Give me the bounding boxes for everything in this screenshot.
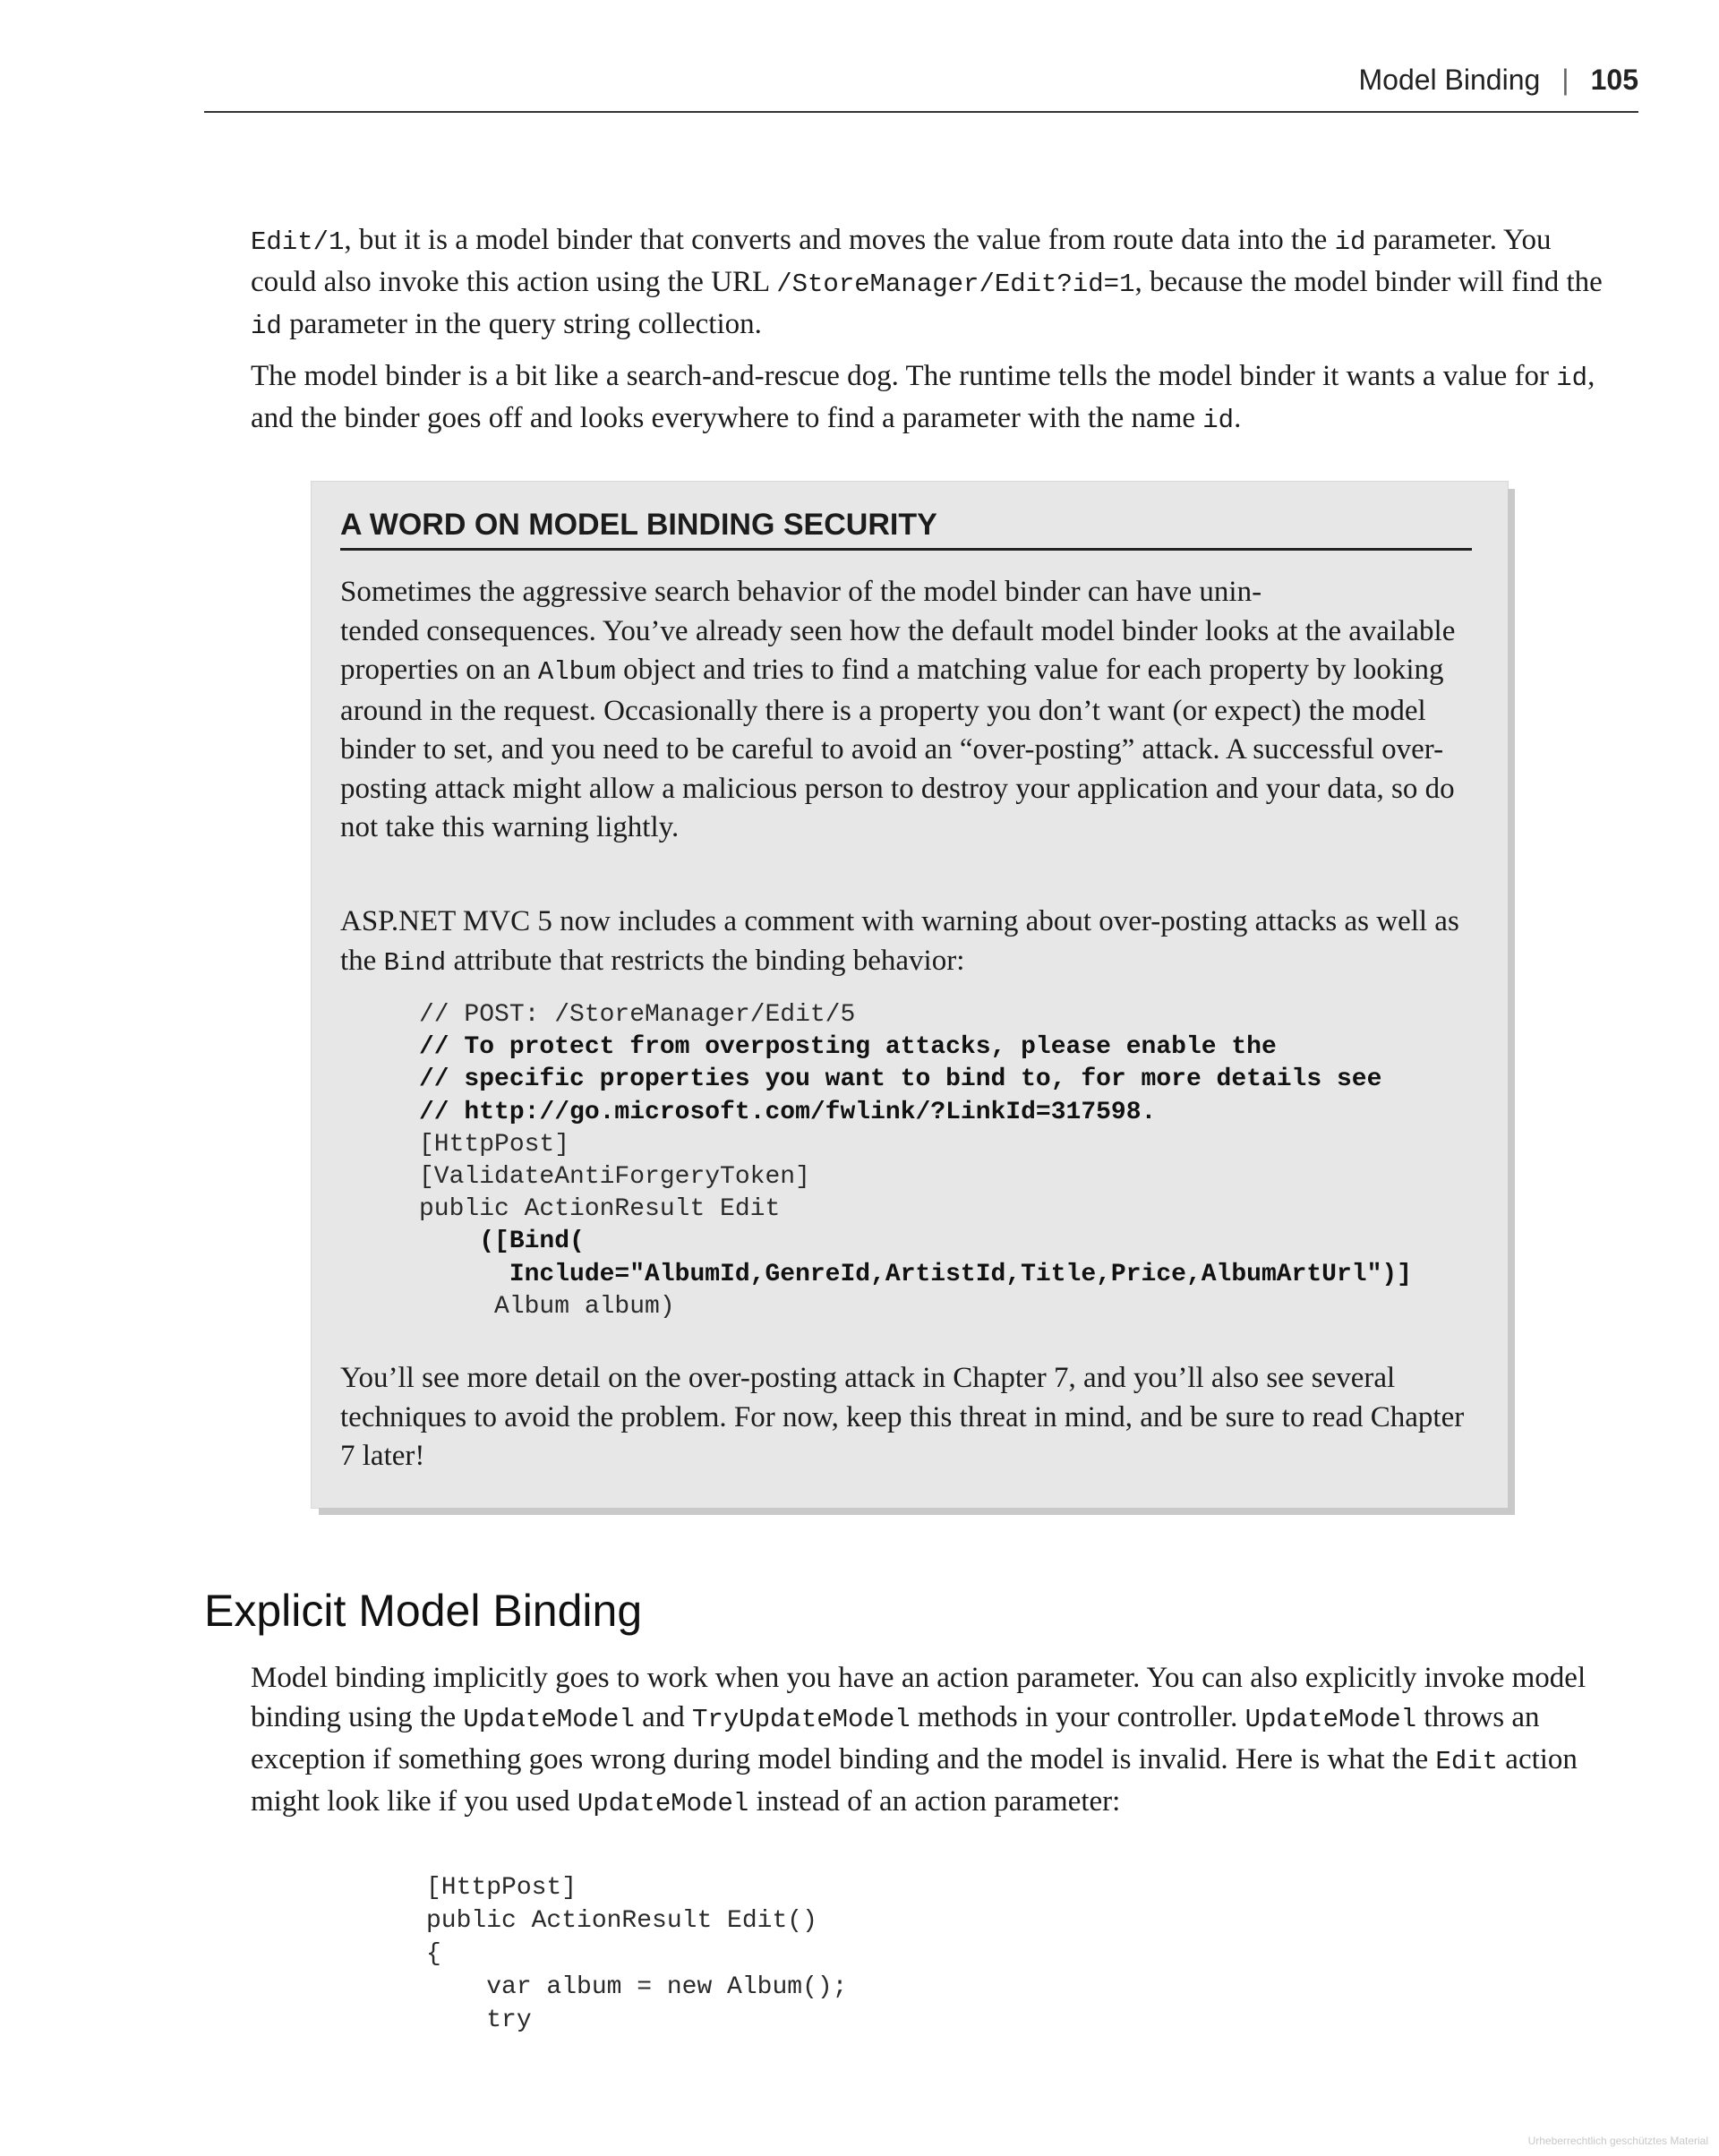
code-line: Include="AlbumId,GenreId,ArtistId,Title,…	[419, 1260, 1412, 1288]
inline-code: id	[1334, 227, 1366, 257]
sidebar-paragraph-1: Sometimes the aggressive search behavior…	[340, 573, 1477, 848]
text-run: methods in your controller.	[910, 1701, 1245, 1733]
code-line: [HttpPost]	[426, 1874, 577, 1902]
code-line: [HttpPost]	[419, 1130, 570, 1159]
intro-paragraph-1: Edit/1, but it is a model binder that co…	[251, 220, 1612, 346]
text-run: , but it is a model binder that converts…	[344, 224, 1335, 256]
inline-code: Edit	[1435, 1747, 1499, 1776]
text-run: parameter in the query string collection…	[281, 308, 762, 340]
sidebar-title: A WORD ON MODEL BINDING SECURITY	[340, 503, 1472, 551]
inline-code: UpdateModel	[577, 1789, 749, 1818]
inline-code: UpdateModel	[463, 1705, 635, 1734]
text-run: Sometimes the aggressive search behavior…	[340, 576, 1262, 608]
inline-code: id	[1556, 364, 1588, 393]
code-line: {	[426, 1940, 441, 1968]
sidebar-paragraph-2: ASP.NET MVC 5 now includes a comment wit…	[340, 903, 1477, 982]
sidebar-paragraph-3: You’ll see more detail on the over-posti…	[340, 1359, 1477, 1476]
code-line: // To protect from overposting attacks, …	[419, 1033, 1277, 1062]
code-line: var album = new Album();	[426, 1973, 848, 2001]
inline-code: /StoreManager/Edit?id=1	[776, 270, 1135, 299]
code-line: // specific properties you want to bind …	[419, 1065, 1382, 1094]
code-line: ([Bind(	[419, 1228, 585, 1256]
text-run: attribute that restricts the binding beh…	[446, 944, 965, 977]
code-line: public ActionResult Edit	[419, 1195, 781, 1224]
text-run: The model binder is a bit like a search-…	[251, 360, 1557, 392]
inline-code: TryUpdateModel	[692, 1705, 911, 1734]
code-line: Album album)	[419, 1292, 675, 1321]
sidebar-code-listing: // POST: /StoreManager/Edit/5 // To prote…	[419, 999, 1412, 1323]
text-run: You’ll see more detail on the over-posti…	[340, 1362, 1465, 1472]
security-sidebar: A WORD ON MODEL BINDING SECURITY Sometim…	[312, 482, 1508, 1508]
code-line: [ValidateAntiForgeryToken]	[419, 1163, 810, 1192]
section-heading: Explicit Model Binding	[204, 1586, 643, 1636]
code-line: // http://go.microsoft.com/fwlink/?LinkI…	[419, 1098, 1157, 1126]
inline-code: id	[251, 312, 282, 341]
page-number: 105	[1590, 63, 1638, 96]
inline-code: id	[1202, 406, 1235, 435]
copyright-watermark: Urheberrechtlich geschütztes Material	[1527, 2135, 1708, 2147]
intro-paragraph-2: The model binder is a bit like a search-…	[251, 356, 1612, 441]
text-run: , because the model binder will find the	[1134, 266, 1603, 298]
section-code-listing: [HttpPost] public ActionResult Edit() { va…	[426, 1871, 847, 2037]
inline-code: Album	[537, 657, 616, 687]
page-header: Model Binding | 105	[204, 54, 1638, 113]
inline-code: Edit/1	[251, 227, 345, 257]
inline-code: Bind	[383, 947, 447, 978]
header-separator: |	[1561, 63, 1569, 96]
code-line: // POST: /StoreManager/Edit/5	[419, 1001, 856, 1029]
section-paragraph: Model binding implicitly goes to work wh…	[251, 1658, 1612, 1824]
code-line: try	[426, 2006, 532, 2034]
running-title: Model Binding	[1358, 63, 1541, 96]
text-run: instead of an action parameter:	[748, 1785, 1121, 1818]
text-run: .	[1234, 402, 1242, 434]
code-line: public ActionResult Edit()	[426, 1907, 817, 1935]
text-run: and	[634, 1701, 693, 1733]
inline-code: UpdateModel	[1244, 1705, 1417, 1734]
